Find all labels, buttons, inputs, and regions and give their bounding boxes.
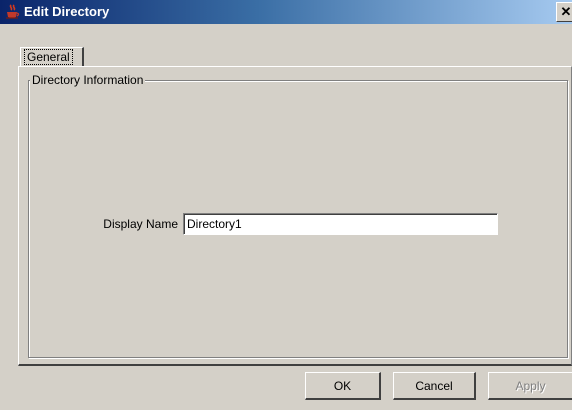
display-name-input[interactable] bbox=[183, 213, 498, 235]
java-coffee-cup-icon bbox=[6, 4, 20, 19]
close-button[interactable]: ✕ bbox=[556, 2, 572, 22]
cancel-button[interactable]: Cancel bbox=[393, 372, 476, 400]
tab-general-label: General bbox=[24, 49, 73, 65]
edit-directory-dialog: Edit Directory ✕ General Directory Infor… bbox=[0, 0, 572, 410]
title-bar[interactable]: Edit Directory ✕ bbox=[0, 0, 572, 24]
ok-button[interactable]: OK bbox=[305, 372, 381, 400]
close-icon: ✕ bbox=[560, 4, 572, 19]
directory-information-legend: Directory Information bbox=[30, 73, 146, 87]
apply-button[interactable]: Apply bbox=[488, 372, 572, 400]
window-title: Edit Directory bbox=[24, 4, 110, 19]
display-name-label: Display Name bbox=[103, 217, 178, 231]
tab-general[interactable]: General bbox=[20, 47, 84, 66]
